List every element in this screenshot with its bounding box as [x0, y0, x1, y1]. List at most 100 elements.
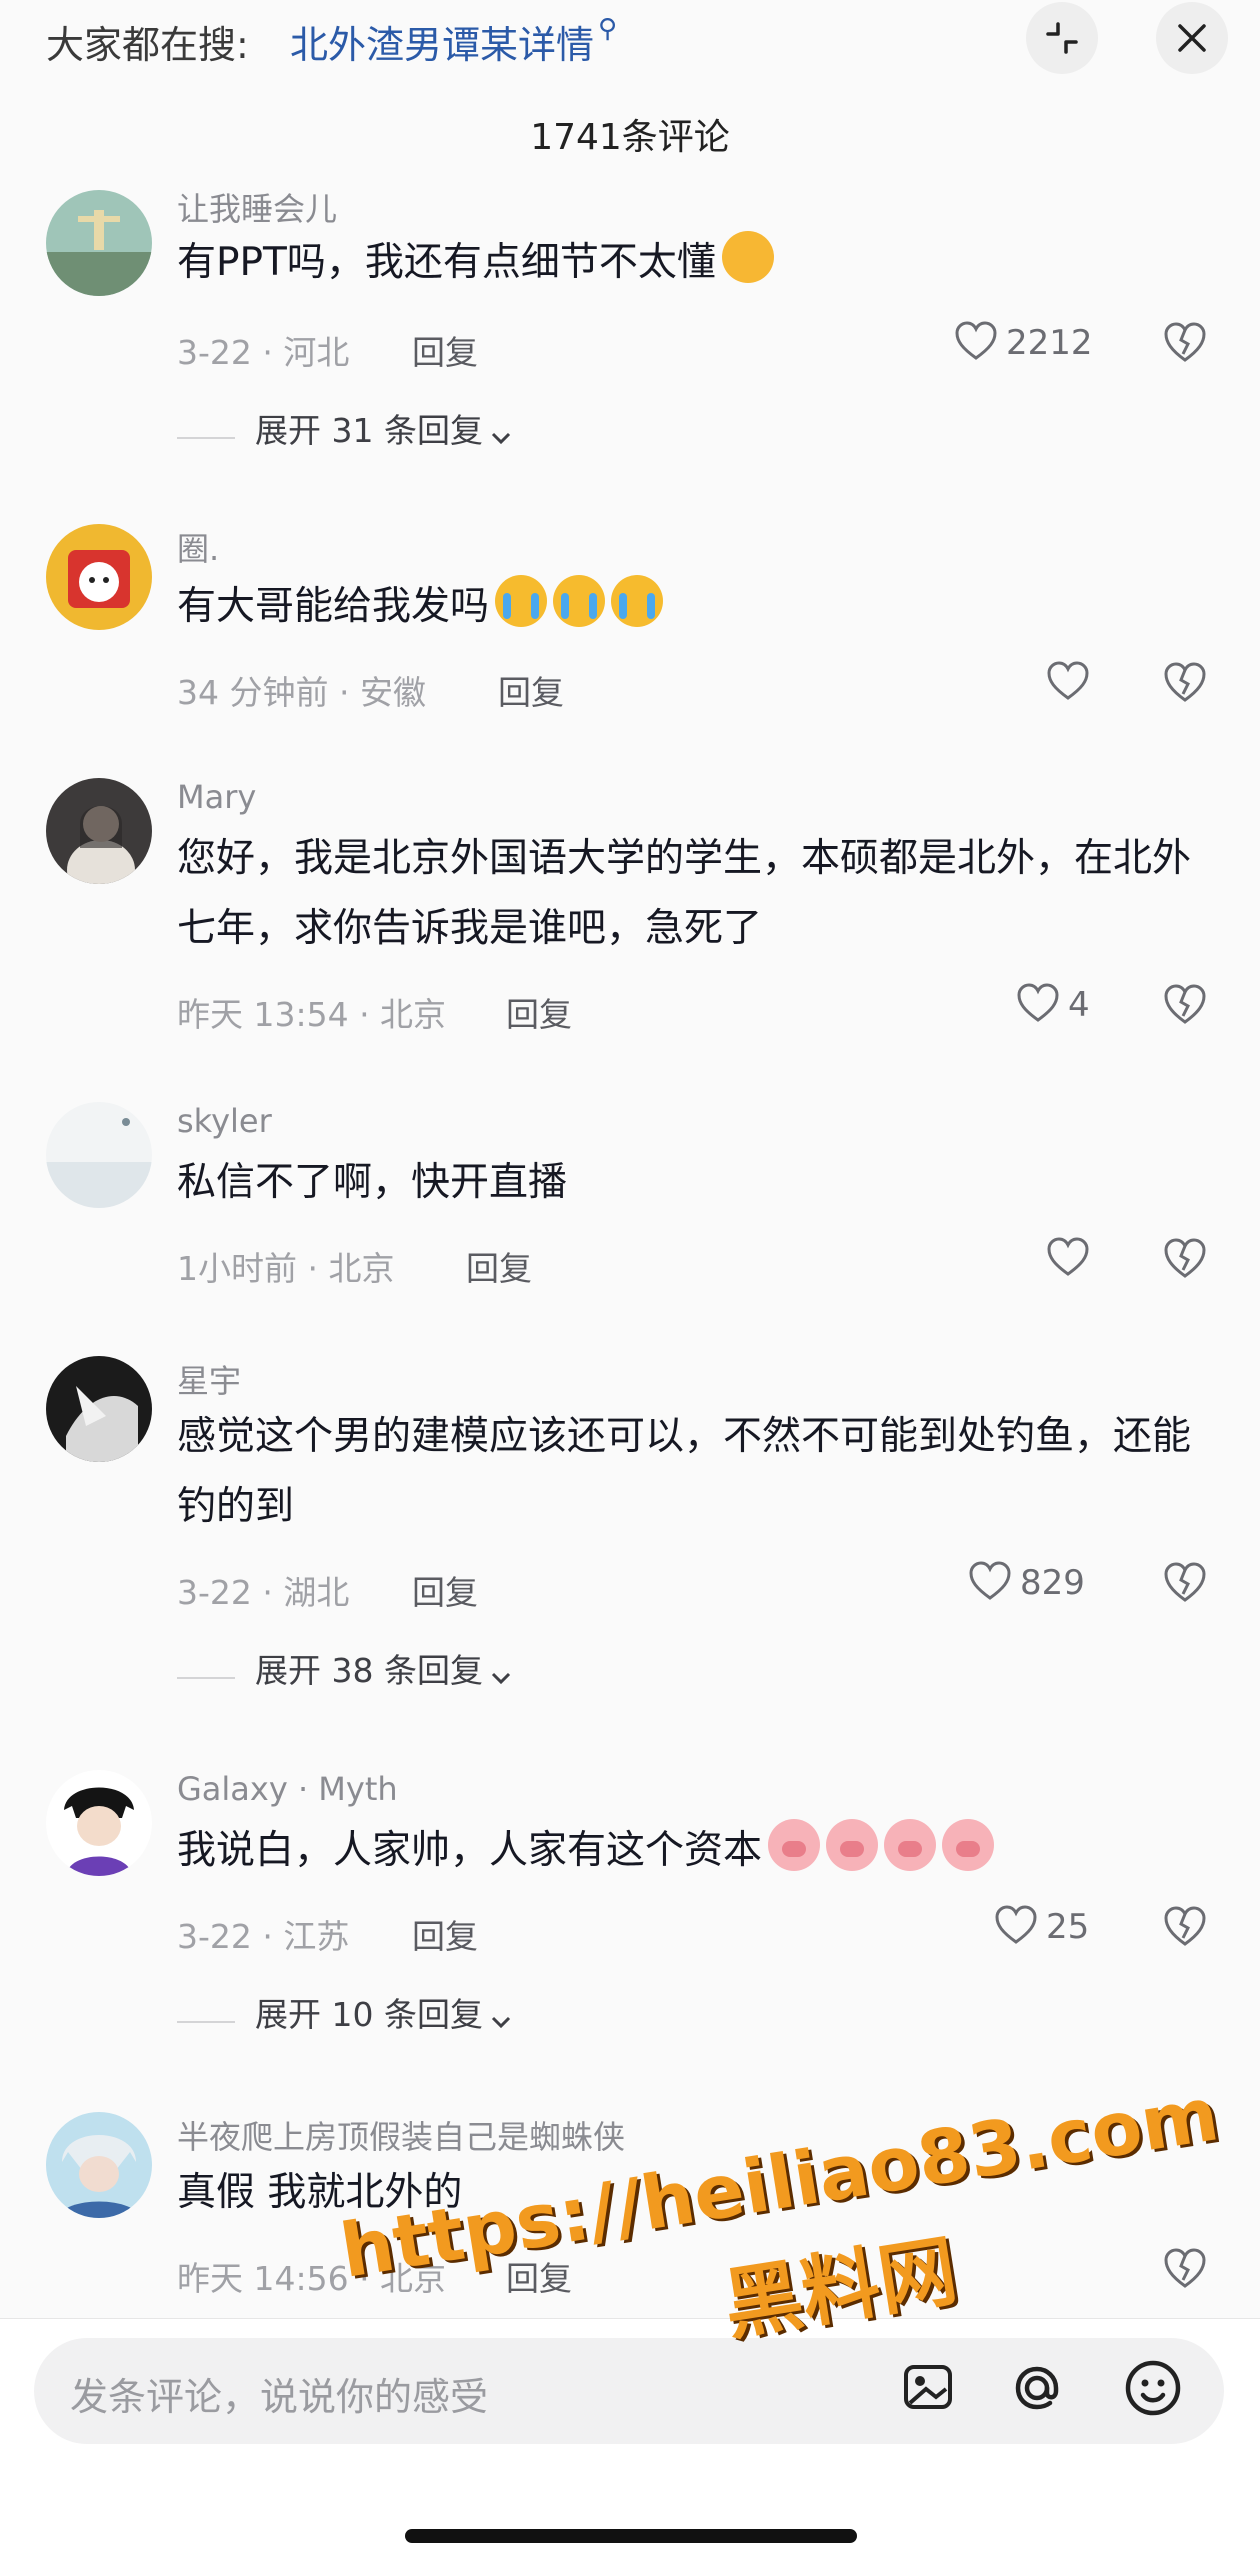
comment-body: 我说白，人家帅，人家有这个资本: [177, 1828, 763, 1873]
username[interactable]: Mary: [177, 778, 256, 816]
avatar-image: [46, 524, 152, 630]
avatar[interactable]: [46, 1356, 152, 1462]
dislike-button[interactable]: [1162, 1560, 1208, 1608]
avatar-image: [46, 190, 152, 296]
broken-heart-icon: [1164, 984, 1206, 1024]
search-term-text: 北外渣男谭某详情: [290, 23, 595, 67]
username[interactable]: skyler: [177, 1102, 272, 1140]
like-button[interactable]: [1046, 660, 1098, 703]
username[interactable]: Galaxy · Myth: [177, 1770, 398, 1808]
avatar-image: [46, 1356, 152, 1462]
reply-button[interactable]: 回复: [412, 1566, 478, 1614]
comment-text: 感觉这个男的建模应该还可以，不然不可能到处钓鱼，还能钓的到: [177, 1414, 1192, 1529]
comment-text: 有PPT吗，我还有点细节不太懂: [177, 228, 1197, 298]
dislike-button[interactable]: [1162, 982, 1208, 1030]
comment-meta: 34 分钟前 · 安徽: [177, 673, 426, 712]
heart-icon: [1047, 661, 1089, 700]
crying-emoji-icon: [553, 575, 606, 627]
expand-label: 展开 38 条回复: [255, 1651, 483, 1690]
like-button[interactable]: 829: [968, 1560, 1085, 1603]
expand-label: 展开 31 条回复: [255, 411, 483, 450]
username[interactable]: 半夜爬上房顶假装自己是蜘蛛侠: [177, 2112, 625, 2158]
close-button[interactable]: [1156, 2, 1228, 74]
reply-button[interactable]: 回复: [412, 1910, 478, 1958]
username[interactable]: 让我睡会儿: [177, 184, 337, 230]
avatar-image: [46, 2112, 152, 2218]
search-icon: ⚲: [598, 14, 618, 44]
heart-icon: [1017, 983, 1059, 1022]
like-count: 829: [1020, 1563, 1085, 1603]
broken-heart-icon: [1164, 322, 1206, 362]
avatar-image: [46, 778, 152, 884]
close-icon: [1178, 24, 1206, 52]
reply-button[interactable]: 回复: [498, 666, 564, 714]
comment-meta: 昨天 13:54 · 北京: [177, 995, 447, 1034]
search-prefix: 大家都在搜:: [46, 23, 249, 67]
dislike-button[interactable]: [1162, 1236, 1208, 1284]
avatar-image: [46, 1102, 152, 1208]
like-count: 2212: [1006, 323, 1093, 363]
avatar[interactable]: [46, 2112, 152, 2218]
dislike-button[interactable]: [1162, 1904, 1208, 1952]
reply-button[interactable]: 回复: [506, 988, 572, 1036]
pig-emoji-icon: [884, 1819, 937, 1871]
pig-emoji-icon: [942, 1819, 995, 1871]
smirk-emoji-icon: [721, 231, 774, 283]
mention-button[interactable]: [1006, 2357, 1068, 2423]
avatar[interactable]: [46, 1102, 152, 1208]
comment-text: 私信不了啊，快开直播: [177, 1160, 568, 1205]
chevron-down-icon: [491, 2016, 511, 2028]
emoji-button[interactable]: [1122, 2357, 1184, 2423]
heart-icon: [1047, 1237, 1089, 1276]
avatar[interactable]: [46, 190, 152, 296]
like-count: 25: [1046, 1907, 1090, 1947]
like-count: 4: [1068, 985, 1090, 1025]
like-button[interactable]: 25: [994, 1904, 1089, 1947]
comment-body: 有PPT吗，我还有点细节不太懂: [177, 240, 716, 285]
heart-icon: [969, 1561, 1011, 1600]
collapse-icon: [1046, 22, 1078, 54]
heart-icon: [995, 1905, 1037, 1944]
reply-button[interactable]: 回复: [466, 1242, 532, 1290]
crying-emoji-icon: [611, 575, 664, 627]
like-button[interactable]: 2212: [954, 320, 1093, 363]
avatar[interactable]: [46, 1770, 152, 1876]
dislike-button[interactable]: [1162, 320, 1208, 368]
broken-heart-icon: [1164, 1562, 1206, 1602]
home-indicator[interactable]: [405, 2529, 857, 2543]
broken-heart-icon: [1164, 1906, 1206, 1946]
expand-label: 展开 10 条回复: [255, 1995, 483, 2034]
minimize-button[interactable]: [1026, 2, 1098, 74]
chevron-down-icon: [491, 1672, 511, 1684]
divider: [177, 1676, 235, 1679]
expand-replies-button[interactable]: 展开 38 条回复: [177, 1644, 513, 1692]
dislike-button[interactable]: [1162, 660, 1208, 708]
pig-emoji-icon: [826, 1819, 879, 1871]
comment-text: 我说白，人家帅，人家有这个资本: [177, 1816, 1197, 1886]
pig-emoji-icon: [768, 1819, 821, 1871]
username[interactable]: 星宇: [177, 1356, 241, 1402]
reply-button[interactable]: 回复: [412, 326, 478, 374]
comment-count: 1741条评论: [530, 117, 730, 158]
avatar[interactable]: [46, 778, 152, 884]
top-search-bar: 大家都在搜: 北外渣男谭某详情 ⚲: [0, 0, 1260, 90]
search-suggestion-link[interactable]: 北外渣男谭某详情 ⚲: [290, 14, 617, 69]
image-button[interactable]: [900, 2359, 958, 2421]
broken-heart-icon: [1164, 662, 1206, 702]
expand-replies-button[interactable]: 展开 10 条回复: [177, 1988, 513, 2036]
comment-text: 有大哥能给我发吗: [177, 572, 1197, 642]
image-icon: [904, 2365, 952, 2409]
divider: [177, 2020, 235, 2023]
expand-replies-button[interactable]: 展开 31 条回复: [177, 404, 513, 452]
crying-emoji-icon: [495, 575, 548, 627]
username[interactable]: 圈.: [177, 524, 219, 570]
comment-meta: 3-22 · 河北: [177, 333, 350, 372]
comment-text: 您好，我是北京外国语大学的学生，本硕都是北外，在北外 七年，求你告诉我是谁吧，急…: [177, 836, 1192, 951]
avatar-image: [46, 1770, 152, 1876]
at-icon: [1015, 2366, 1059, 2410]
emoji-icon: [1125, 2360, 1181, 2416]
avatar[interactable]: [46, 524, 152, 630]
like-button[interactable]: [1046, 1236, 1098, 1279]
like-button[interactable]: 4: [1016, 982, 1090, 1025]
heart-icon: [955, 321, 997, 360]
